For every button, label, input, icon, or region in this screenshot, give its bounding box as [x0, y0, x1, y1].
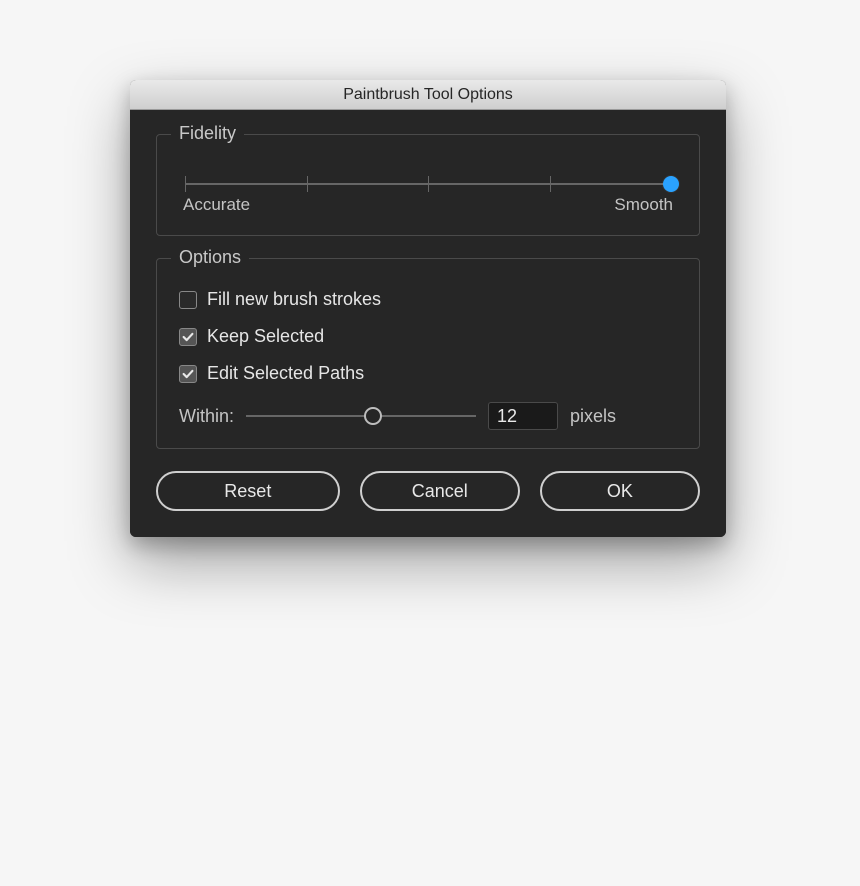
button-label: OK	[607, 481, 633, 502]
ok-button[interactable]: OK	[540, 471, 700, 511]
fidelity-tick	[428, 176, 429, 192]
within-unit: pixels	[570, 406, 616, 427]
option-label: Edit Selected Paths	[207, 363, 364, 384]
checkbox-edit-selected-paths[interactable]	[179, 365, 197, 383]
paintbrush-options-dialog: Paintbrush Tool Options Fidelity	[130, 80, 726, 537]
within-row: Within: pixels	[177, 392, 679, 434]
fidelity-right-label: Smooth	[614, 195, 673, 215]
fidelity-thumb[interactable]	[663, 176, 679, 192]
checkbox-fill-new-brush-strokes[interactable]	[179, 291, 197, 309]
fidelity-left-label: Accurate	[183, 195, 250, 215]
options-group: Options Fill new brush strokes Keep Sele…	[156, 258, 700, 449]
cancel-button[interactable]: Cancel	[360, 471, 520, 511]
fidelity-group: Fidelity Accurate Smooth	[156, 134, 700, 236]
option-fill-new-brush-strokes[interactable]: Fill new brush strokes	[177, 281, 679, 318]
fidelity-tick	[185, 176, 186, 192]
option-edit-selected-paths[interactable]: Edit Selected Paths	[177, 355, 679, 392]
reset-button[interactable]: Reset	[156, 471, 340, 511]
option-keep-selected[interactable]: Keep Selected	[177, 318, 679, 355]
button-label: Reset	[224, 481, 271, 502]
option-label: Fill new brush strokes	[207, 289, 381, 310]
within-thumb[interactable]	[364, 407, 382, 425]
button-label: Cancel	[412, 481, 468, 502]
fidelity-legend: Fidelity	[171, 123, 244, 144]
fidelity-tick	[550, 176, 551, 192]
options-legend: Options	[171, 247, 249, 268]
dialog-title: Paintbrush Tool Options	[343, 86, 513, 104]
dialog-titlebar[interactable]: Paintbrush Tool Options	[130, 80, 726, 110]
fidelity-tick	[307, 176, 308, 192]
fidelity-slider[interactable]: Accurate Smooth	[177, 157, 679, 221]
dialog-button-row: Reset Cancel OK	[156, 471, 700, 511]
within-value-input[interactable]	[488, 402, 558, 430]
dialog-body: Fidelity Accurate Smooth	[130, 110, 726, 537]
fidelity-track	[185, 183, 671, 185]
within-slider[interactable]	[246, 406, 476, 426]
within-track	[246, 415, 476, 417]
within-label: Within:	[179, 406, 234, 427]
option-label: Keep Selected	[207, 326, 324, 347]
checkbox-keep-selected[interactable]	[179, 328, 197, 346]
